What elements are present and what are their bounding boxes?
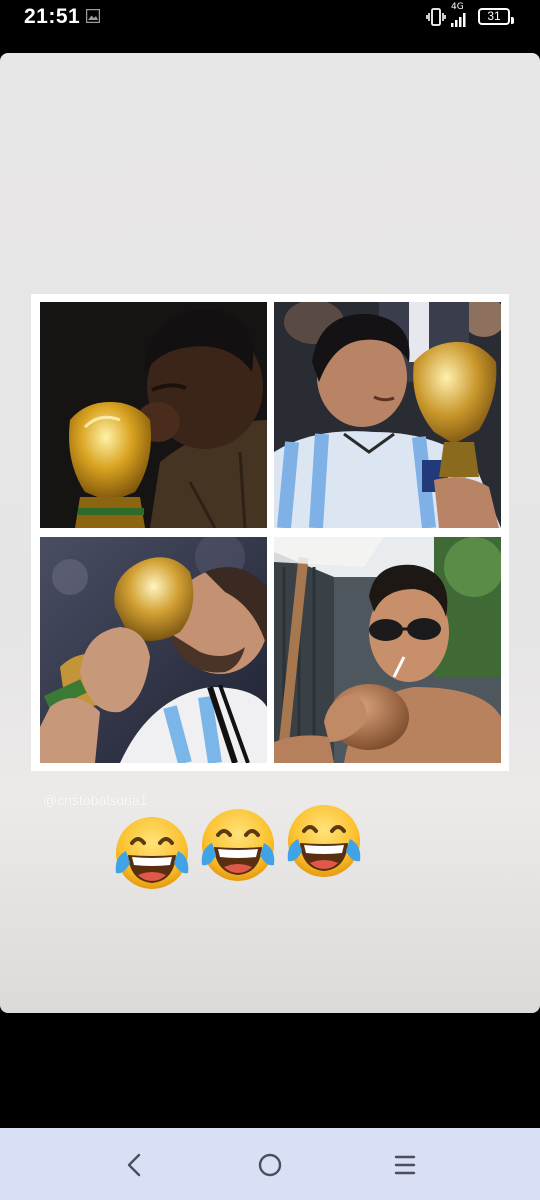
menu-icon[interactable] <box>390 1150 420 1180</box>
battery-level: 31 <box>487 9 501 23</box>
emoji-row <box>110 803 370 898</box>
face-with-tears-of-joy-icon <box>110 811 194 895</box>
status-time: 21:51 <box>24 5 81 28</box>
story-card[interactable]: @cristobalsoria1 <box>0 53 540 1013</box>
navigation-bar <box>0 1128 540 1200</box>
gallery-icon <box>86 9 100 23</box>
back-icon[interactable] <box>120 1150 150 1180</box>
home-icon[interactable] <box>255 1150 285 1180</box>
signal-icon <box>451 13 466 27</box>
photo-player-kissing-trophy-3[interactable] <box>40 537 267 763</box>
photo-player-kissing-trophy-2[interactable] <box>274 302 501 528</box>
vibrate-icon <box>426 8 446 26</box>
face-with-tears-of-joy-icon <box>196 803 280 887</box>
photo-player-kissing-trophy-1[interactable] <box>40 302 267 528</box>
battery-icon: 31 <box>478 8 514 25</box>
photo-player-drinking-coconut[interactable] <box>274 537 501 763</box>
status-bar: 21:51 4G 31 <box>0 0 540 36</box>
face-with-tears-of-joy-icon <box>282 799 366 883</box>
photo-collage[interactable] <box>31 294 509 771</box>
